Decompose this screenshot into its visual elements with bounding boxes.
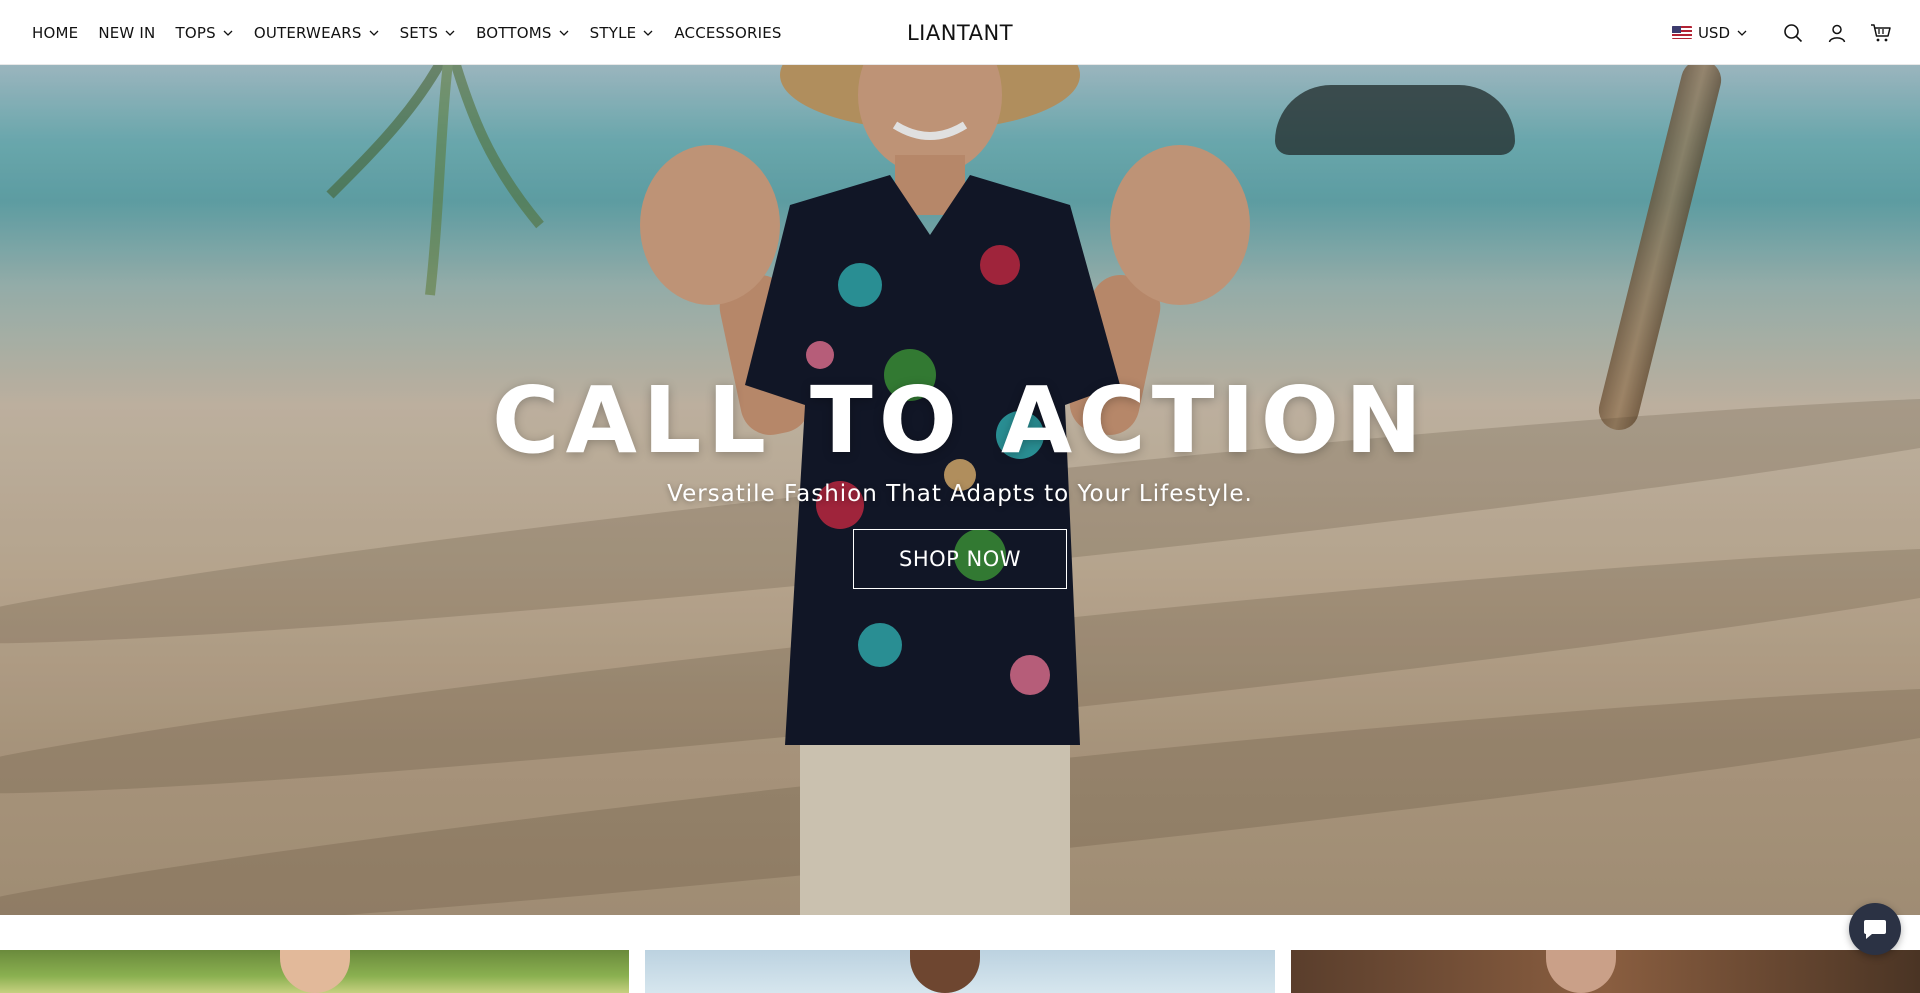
nav-item-label: NEW IN xyxy=(98,23,156,42)
header-tools: USD xyxy=(1671,0,1892,65)
account-icon[interactable] xyxy=(1826,22,1848,44)
nav-item-label: OUTERWEARS xyxy=(253,23,362,42)
chevron-down-icon xyxy=(369,30,379,36)
chat-icon xyxy=(1864,920,1886,939)
chevron-down-icon xyxy=(445,30,455,36)
chevron-down-icon xyxy=(643,30,653,36)
collection-tile[interactable] xyxy=(645,950,1275,993)
collection-tiles xyxy=(0,950,1920,993)
hero-banner: CALL TO ACTION Versatile Fashion That Ad… xyxy=(0,65,1920,915)
nav-item-style[interactable]: STYLE xyxy=(590,24,655,42)
nav-item-bottoms[interactable]: BOTTOMS xyxy=(476,24,570,42)
currency-selector[interactable]: USD xyxy=(1671,23,1748,42)
main-nav: HOME NEW IN TOPS OUTERWEARS SETS BOTTOMS… xyxy=(32,0,782,65)
nav-item-label: TOPS xyxy=(175,23,216,42)
hero-subtitle: Versatile Fashion That Adapts to Your Li… xyxy=(667,481,1253,507)
nav-item-label: STYLE xyxy=(589,23,637,42)
nav-item-label: BOTTOMS xyxy=(476,23,552,42)
chat-button[interactable] xyxy=(1849,903,1901,955)
nav-item-label: HOME xyxy=(32,23,79,42)
nav-item-accessories[interactable]: ACCESSORIES xyxy=(674,24,781,42)
currency-label: USD xyxy=(1697,23,1730,42)
shop-now-button[interactable]: SHOP NOW xyxy=(853,529,1067,589)
nav-item-outerwears[interactable]: OUTERWEARS xyxy=(254,24,380,42)
us-flag-icon xyxy=(1671,26,1692,39)
nav-item-sets[interactable]: SETS xyxy=(400,24,456,42)
site-header: HOME NEW IN TOPS OUTERWEARS SETS BOTTOMS… xyxy=(0,0,1920,65)
collection-tile-image xyxy=(1546,950,1616,993)
site-logo[interactable]: LIANTANT xyxy=(907,21,1013,45)
nav-item-tops[interactable]: TOPS xyxy=(175,24,233,42)
nav-item-new-in[interactable]: NEW IN xyxy=(98,24,155,42)
chevron-down-icon xyxy=(223,30,233,36)
collection-tile-image xyxy=(280,950,350,993)
collection-tile[interactable] xyxy=(1291,950,1920,993)
cart-icon[interactable] xyxy=(1870,22,1892,44)
collection-tile-image xyxy=(910,950,980,993)
hero-content: CALL TO ACTION Versatile Fashion That Ad… xyxy=(0,375,1920,589)
nav-item-label: ACCESSORIES xyxy=(674,23,782,42)
chevron-down-icon xyxy=(1737,30,1747,36)
nav-item-label: SETS xyxy=(399,23,439,42)
chevron-down-icon xyxy=(559,30,569,36)
search-icon[interactable] xyxy=(1782,22,1804,44)
nav-item-home[interactable]: HOME xyxy=(32,24,78,42)
collection-tile[interactable] xyxy=(0,950,629,993)
hero-title: CALL TO ACTION xyxy=(492,367,1428,474)
